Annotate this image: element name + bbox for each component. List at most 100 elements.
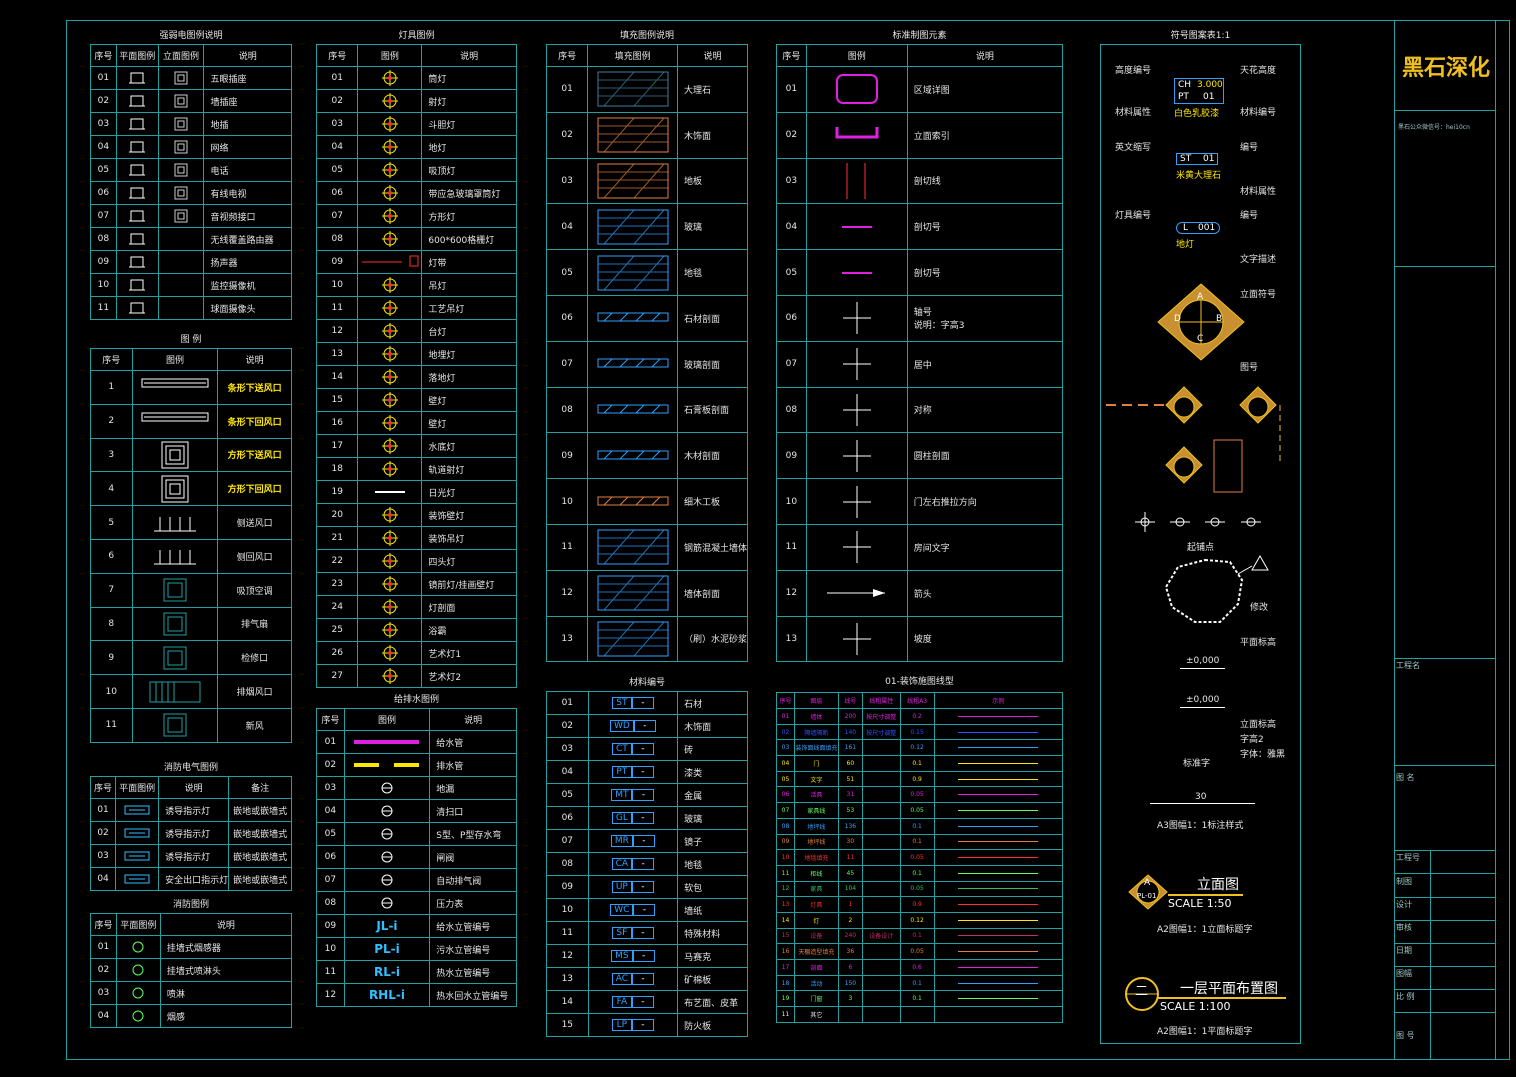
material-code-box: AC [611,973,632,985]
table-cell: 11 [776,523,807,571]
table-cell: 马赛克 [677,944,748,968]
table-cell [837,1006,863,1023]
table-cell: 07 [546,829,589,853]
fill-pattern-icon [587,569,678,617]
table-cell: 01 [545,66,589,113]
table-row: 06 活具 31 0.05 [776,786,1064,804]
table-cell: 设备设计 [861,927,901,945]
lamp-symbol-icon [357,89,423,113]
table-cell: 04 [90,1004,117,1028]
table-row: 9 检修口 [90,640,292,676]
table-cell: 污水立管编号 [429,937,517,961]
table-row: 12 台灯 [315,319,517,343]
lamp-symbol-icon [357,457,423,481]
table-row: 05 电话 [90,158,292,182]
lamp-symbol-icon [357,296,423,320]
table-cell: 08 [546,852,589,876]
table-row: 25 浴霸 [315,618,517,642]
table-cell: 木饰面 [677,714,748,738]
material-dash: - [631,881,654,893]
table-cell: 侧送风口 [217,505,292,540]
table-row: 13 坡度 [776,615,1064,663]
std-element-icon [805,294,908,342]
table-cell: 1 [837,896,863,913]
plane-level-label: 平面标高 [1240,638,1277,648]
table-row: 10 监控摄像机 [90,273,292,297]
table-cell: 07 [776,802,795,819]
table-row: 16 壁灯 [315,411,517,435]
header-row: 序号 平面图例 说明 [90,913,293,936]
ch-text: CH [1178,80,1192,90]
table-cell: 防火板 [677,1013,748,1037]
table-cell: 工艺吊灯 [421,296,517,320]
table-cell: 03 [776,157,807,205]
table-cell: 04 [315,135,359,159]
table-cell: 区域详图 [906,66,1064,113]
table-cell: 五眼插座 [203,66,292,90]
material-dash: - [632,835,655,847]
table-cell: 艺术灯2 [421,664,517,688]
pt-text: PT [1178,92,1189,102]
riser-code: RL-i [343,960,431,984]
table-row: 04 剖切号 [776,203,1064,251]
material-dash: - [632,973,654,985]
table-row: 14 FA - 布艺面、皮革 [546,990,748,1014]
table-cell: 0.6 [899,959,935,976]
table-cell: 0.1 [899,864,935,882]
plan-title-letter: 二 [1135,984,1149,999]
title-block-row-line [1394,989,1496,990]
table-row: 04 玻璃 [545,203,749,251]
material-legend: 01 ST - 石材 02 WD - 木饰面 03 CT - 砖 04 PT - 漆类 05 MT - 金属 06 GL -… [546,691,748,1037]
table-row: 27 艺术灯2 [315,664,517,688]
table-row: 19 门窗 3 0.1 [776,990,1064,1008]
line-sample [933,896,1064,913]
lamp-symbol-icon [357,319,423,343]
table-cell: 嵌地或嵌墙式 [228,798,292,822]
abbr-name: 米黄大理石 [1176,171,1222,181]
table-cell: 07 [776,340,807,388]
material-code: MT - [587,783,679,807]
title-block-field: 工程名 [1396,661,1420,670]
header-row: 序号 图层 线号 线粗属性 线粗A3 示例 [776,692,1064,709]
vent-symbol-icon [131,471,219,507]
table-row: 10 地毯填充 11 0.05 [776,849,1064,866]
table-cell [861,974,901,992]
table-cell: 其它 [793,1006,839,1023]
table-cell: 台灯 [421,319,517,343]
table-cell: 30 [837,833,863,851]
material-code: WC - [587,898,679,922]
table-row: 01 五眼插座 [90,66,292,90]
table-cell: 14 [315,365,359,389]
table-row: 08 对称 [776,386,1064,434]
table-cell: 11 [316,960,345,984]
table-row: 1 条形下送风口 [90,370,292,405]
table-cell: 砖 [677,737,748,761]
table-cell: 剖切号 [906,249,1064,296]
plan-title-name: 一层平面布置图 [1180,981,1278,997]
table-cell: （刷）水泥砂浆 [676,615,749,663]
table-row: 08 600*600格栅灯 [315,227,517,251]
lamp-symbol-icon [357,503,423,527]
table-cell [861,1006,901,1023]
table-cell: 落地灯 [421,365,517,389]
table-row: 09 JL-i 给水立管编号 [316,914,517,938]
lamp-symbol-icon [357,181,423,205]
table-row: 01 区域详图 [776,66,1064,113]
lamp-label: 灯具编号 [1115,211,1152,221]
lamps-legend: 序号 图例 说明 01 筒灯 02 射灯 03 斗胆灯 04 地灯 05 吸顶灯 06 带应急玻璃罩筒灯 07… [315,44,517,688]
std-element-icon [805,569,908,617]
riser-code: JL-i [343,914,431,938]
lamp-symbol-icon [357,664,423,688]
table-cell: 灯带 [421,250,517,274]
title-block-row-line [1394,873,1496,874]
table-cell: 日光灯 [421,480,517,504]
table-row: 23 镜前灯/挂画壁灯 [315,572,517,596]
material-code: GL - [587,806,679,830]
line-sample [933,943,1064,960]
water-symbol-icon [343,799,431,823]
table-cell: 斗胆灯 [421,112,517,136]
table-cell: 13 [545,615,589,663]
lamp-symbol-icon [357,66,423,90]
brand-logo: 黑石深化 [1401,56,1490,81]
table-cell: 排气扇 [217,606,292,642]
